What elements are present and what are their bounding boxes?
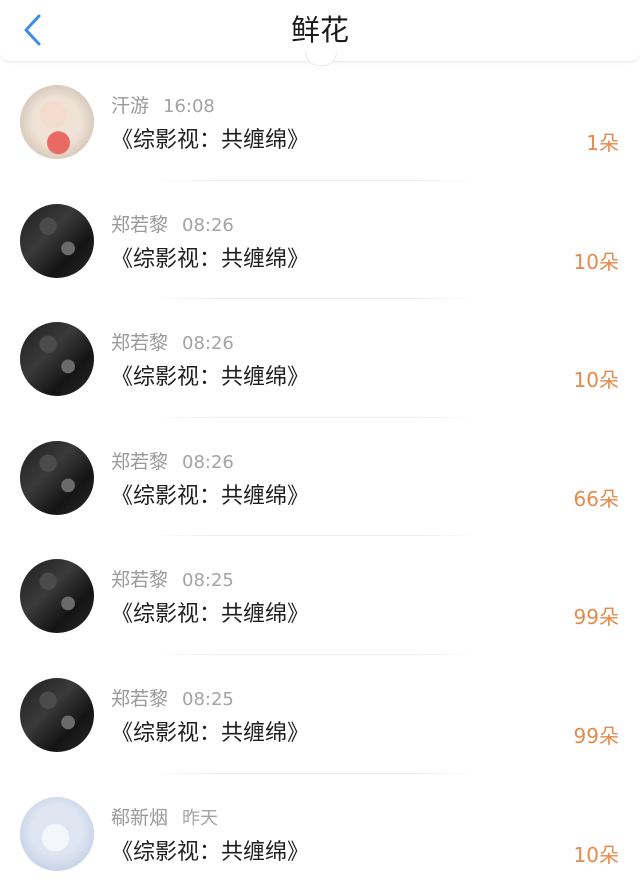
avatar[interactable] [20,322,94,397]
book-title[interactable]: 《综影视：共缠绵》 [111,598,309,632]
top-bar: 鲜花 [0,0,640,66]
item-meta: 郑若黎 08:25 [111,685,234,713]
book-title[interactable]: 《综影视：共缠绵》 [111,836,309,870]
item-meta: 汗游 16:08 [111,92,215,120]
item-time: 08:26 [182,451,234,473]
list-item[interactable]: 郗新烟 昨天 《综影视：共缠绵》 10朵 [0,774,640,893]
avatar[interactable] [20,677,94,752]
item-meta: 郗新烟 昨天 [111,804,218,832]
flower-count: 66朵 [573,486,619,511]
book-title[interactable]: 《综影视：共缠绵》 [111,480,309,514]
book-title[interactable]: 《综影视：共缠绵》 [111,124,309,158]
item-time: 08:25 [182,570,234,592]
flower-count: 99朵 [573,723,619,748]
list-item[interactable]: 郑若黎 08:25 《综影视：共缠绵》 99朵 [0,655,640,774]
avatar[interactable] [20,559,94,634]
flowers-page: 鲜花 汗游 16:08 《综影视：共缠绵》 1朵 郑若黎 08:26 《综影视：共缠… [0,0,640,895]
item-time: 08:26 [182,333,234,355]
book-title[interactable]: 《综影视：共缠绵》 [111,243,309,277]
gift-list: 汗游 16:08 《综影视：共缠绵》 1朵 郑若黎 08:26 《综影视：共缠绵》 … [0,62,640,892]
list-item[interactable]: 郑若黎 08:26 《综影视：共缠绵》 66朵 [0,418,640,537]
flower-count: 10朵 [573,842,619,867]
list-item[interactable]: 郑若黎 08:26 《综影视：共缠绵》 10朵 [0,299,640,418]
avatar[interactable] [20,796,94,871]
avatar[interactable] [20,440,94,515]
item-time: 16:08 [163,96,215,117]
item-time: 08:25 [182,688,234,710]
avatar[interactable] [20,203,94,278]
item-meta: 郑若黎 08:26 [111,448,234,476]
user-name[interactable]: 郗新烟 [111,807,168,829]
user-name[interactable]: 郑若黎 [111,688,168,710]
flower-count: 99朵 [573,605,619,630]
item-meta: 郑若黎 08:26 [111,211,234,239]
user-name[interactable]: 汗游 [111,95,149,117]
user-name[interactable]: 郑若黎 [111,451,168,473]
list-item[interactable]: 郑若黎 08:26 《综影视：共缠绵》 10朵 [0,181,640,300]
item-time: 08:26 [182,214,234,236]
user-name[interactable]: 郑若黎 [111,569,168,591]
list-item[interactable]: 汗游 16:08 《综影视：共缠绵》 1朵 [0,62,640,181]
flower-count: 10朵 [573,368,619,393]
user-name[interactable]: 郑若黎 [111,332,168,354]
item-time: 昨天 [182,807,219,829]
book-title[interactable]: 《综影视：共缠绵》 [111,361,309,395]
avatar[interactable] [20,85,94,159]
flower-count: 10朵 [573,249,619,274]
user-name[interactable]: 郑若黎 [111,214,168,236]
item-meta: 郑若黎 08:26 [111,329,234,357]
page-title: 鲜花 [290,13,349,47]
book-title[interactable]: 《综影视：共缠绵》 [111,717,309,751]
flower-count: 1朵 [586,131,619,155]
list-item[interactable]: 郑若黎 08:25 《综影视：共缠绵》 99朵 [0,536,640,655]
item-meta: 郑若黎 08:25 [111,566,234,594]
